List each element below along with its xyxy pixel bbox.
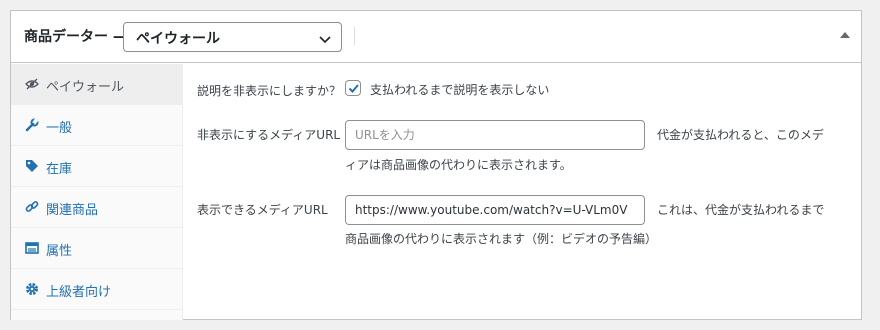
visible-media-url-description-cont: 商品画像の代わりに表示されます（例：ビデオの予告編） [345, 232, 658, 246]
tab-label: ペイウォール [46, 80, 125, 95]
hidden-media-url-description: 代金が支払われると、このメデ [657, 128, 824, 142]
tab-label: 在庫 [46, 162, 73, 177]
wrench-icon [25, 118, 39, 132]
hidden-media-url-description-cont: ィアは商品画像の代わりに表示されます。 [345, 158, 572, 172]
tag-icon [25, 159, 39, 173]
visible-media-url-input[interactable] [345, 195, 645, 225]
eye-slash-icon [25, 77, 39, 91]
visible-media-url-label: 表示できるメディアURL [197, 203, 328, 217]
product-data-tabs: ペイウォール 一般 在庫 関連商品 属性 上級者向け [11, 64, 183, 320]
tab-label: 上級者向け [46, 285, 112, 300]
tab-inventory[interactable]: 在庫 [11, 146, 182, 187]
tab-general[interactable]: 一般 [11, 105, 182, 146]
gear-icon [25, 282, 39, 296]
panel-title: 商品データー — [24, 29, 127, 45]
tab-label: 関連商品 [46, 203, 99, 218]
tab-label: 一般 [46, 121, 73, 136]
paywall-options: 説明を非表示にしますか？ 支払われるまで説明を表示しない 非表示にするメディアU… [184, 64, 861, 320]
tab-paywall[interactable]: ペイウォール [11, 64, 182, 105]
hide-description-label: 説明を非表示にしますか？ [197, 84, 342, 98]
product-data-panel: 商品データー — ペイウォール ペイウォール 一般 在庫 関連商品 属性 上級者… [10, 10, 862, 320]
tab-attributes[interactable]: 属性 [11, 228, 182, 269]
hidden-media-url-label: 非表示にするメディアURL [197, 128, 341, 142]
panel-header: 商品データー — ペイウォール [11, 11, 861, 63]
product-type-select[interactable]: ペイウォール [123, 22, 342, 52]
triangle-up-icon[interactable] [837, 27, 853, 43]
list-table-icon [25, 241, 39, 255]
link-icon [25, 200, 39, 214]
hidden-media-url-input[interactable] [345, 120, 645, 150]
tab-advanced[interactable]: 上級者向け [11, 269, 182, 310]
visible-media-url-description: これは、代金が支払われるまで [657, 203, 825, 217]
tab-linked-products[interactable]: 関連商品 [11, 187, 182, 228]
chevron-down-icon [318, 31, 332, 44]
product-type-value: ペイウォール [136, 31, 220, 47]
hide-description-checkbox[interactable] [345, 80, 361, 96]
tab-label: 属性 [46, 244, 73, 259]
header-separator [354, 27, 355, 45]
hide-description-text: 支払われるまで説明を表示しない [370, 83, 550, 97]
